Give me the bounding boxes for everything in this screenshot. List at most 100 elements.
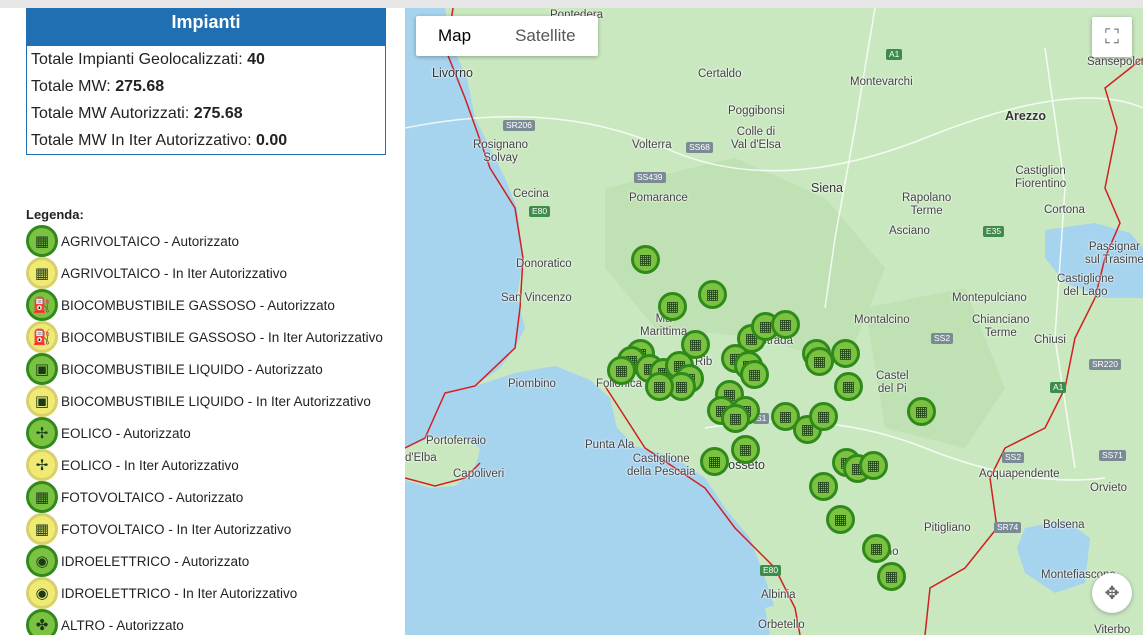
- solar-panel-icon: ▦: [747, 366, 762, 382]
- solar-panel-icon: ▦: [884, 568, 899, 584]
- solar-plant-marker[interactable]: ▦: [809, 402, 838, 431]
- solar-plant-marker[interactable]: ▦: [771, 310, 800, 339]
- map-place-label: Viterbo: [1094, 624, 1131, 635]
- legend-item-label: BIOCOMBUSTIBILE GASSOSO - Autorizzato: [61, 297, 335, 313]
- summary-row-pending-mw: Totale MW In Iter Autorizzativo: 0.00: [31, 132, 288, 149]
- solar-plant-marker[interactable]: ▦: [831, 339, 860, 368]
- top-strip: [0, 0, 1143, 8]
- map-place-label: Pitigliano: [924, 522, 971, 534]
- road-shield: E80: [760, 565, 782, 576]
- solar-panel-icon: ▦: [914, 403, 929, 419]
- legend-item-label: FOTOVOLTAICO - Autorizzato: [61, 489, 244, 505]
- solar-plant-marker[interactable]: ▦: [826, 505, 855, 534]
- map-type-map-button[interactable]: Map: [416, 16, 493, 56]
- solar-panel-icon: ▦: [652, 378, 667, 394]
- solar-panel-icon: ▦: [869, 540, 884, 556]
- solar-plant-marker[interactable]: ▦: [721, 404, 750, 433]
- solar-panel-icon: ▦: [812, 353, 827, 369]
- map-place-label: Chiusi: [1034, 334, 1066, 346]
- map-place-label: Certaldo: [698, 68, 742, 80]
- legend-item-label: AGRIVOLTAICO - In Iter Autorizzativo: [61, 265, 288, 281]
- map-place-label: Montepulciano: [952, 292, 1027, 304]
- legend-item: ✢ EOLICO - In Iter Autorizzativo: [26, 449, 396, 481]
- fullscreen-icon: ⛶: [1105, 25, 1119, 48]
- map-place-label: Rapolano Terme: [902, 192, 952, 217]
- legend-item: ▦ FOTOVOLTAICO - Autorizzato: [26, 481, 396, 513]
- map-place-label: Montevarchi: [850, 76, 913, 88]
- solar-plant-marker[interactable]: ▦: [877, 562, 906, 591]
- map-place-label: Colle di Val d'Elsa: [731, 126, 781, 151]
- solar-plant-marker[interactable]: ▦: [859, 451, 888, 480]
- solar-plant-marker[interactable]: ▦: [740, 360, 769, 389]
- legend-item: ▦ FOTOVOLTAICO - In Iter Autorizzativo: [26, 513, 396, 545]
- map-place-label: Asciano: [889, 225, 930, 237]
- legend-item-label: BIOCOMBUSTIBILE LIQUIDO - Autorizzato: [61, 361, 323, 377]
- agrivoltaic-icon: ▦: [26, 225, 58, 257]
- legend-title: Legenda:: [26, 207, 84, 222]
- solar-panel-icon: ▦: [778, 316, 793, 332]
- map-place-label: Punta Ala: [585, 439, 635, 451]
- map-place-label: d'Elba: [405, 452, 437, 464]
- map-place-label: Piombino: [508, 378, 556, 390]
- solar-plant-marker[interactable]: ▦: [631, 245, 660, 274]
- summary-value: 40: [247, 51, 265, 68]
- road-shield: SR206: [503, 120, 535, 131]
- summary-title: Impianti: [27, 9, 385, 46]
- summary-row-authorized-mw: Totale MW Autorizzati: 275.68: [31, 105, 243, 122]
- map-place-label: Chianciano Terme: [972, 314, 1030, 339]
- solar-plant-marker[interactable]: ▦: [805, 347, 834, 376]
- solar-plant-marker[interactable]: ▦: [658, 292, 687, 321]
- solar-panel-icon: ▦: [841, 378, 856, 394]
- camera-control-button[interactable]: ✥: [1092, 573, 1132, 613]
- summary-value: 0.00: [255, 132, 288, 149]
- solar-panel-icon: ▦: [738, 441, 753, 457]
- legend-item: ▣ BIOCOMBUSTIBILE LIQUIDO - Autorizzato: [26, 353, 396, 385]
- solar-plant-marker[interactable]: ▦: [700, 447, 729, 476]
- solar-plant-marker[interactable]: ▦: [731, 435, 760, 464]
- summary-box: Impianti Totale Impianti Geolocalizzati:…: [26, 8, 386, 155]
- legend-list: ▦ AGRIVOLTAICO - Autorizzato ▦ AGRIVOLTAICO…: [26, 225, 396, 635]
- legend-item-label: BIOCOMBUSTIBILE GASSOSO - In Iter Autori…: [61, 329, 383, 345]
- map-view[interactable]: Pontedera Livorno Certaldo Montevarchi Poggi…: [405, 8, 1143, 635]
- legend-item: ◉ IDROELETTRICO - In Iter Autorizzativo: [26, 577, 396, 609]
- map-place-label: Capoliveri: [453, 468, 505, 480]
- solar-plant-marker[interactable]: ▦: [681, 330, 710, 359]
- solar-panel-icon: ▦: [728, 410, 743, 426]
- solar-plant-marker[interactable]: ▦: [698, 280, 727, 309]
- wind-turbine-icon: ✢: [26, 417, 58, 449]
- solar-panel-icon: ▦: [838, 345, 853, 361]
- solar-plant-marker[interactable]: ▦: [645, 372, 674, 401]
- map-place-label: Orbetello: [758, 619, 805, 631]
- legend-item: ▦ AGRIVOLTAICO - Autorizzato: [26, 225, 396, 257]
- gas-tank-icon: ⛽: [26, 289, 58, 321]
- solar-panel-icon: ▦: [638, 251, 653, 267]
- road-shield: SS71: [1099, 450, 1126, 461]
- map-place-label: Castiglione del Lago: [1057, 273, 1114, 298]
- legend-item: ◉ IDROELETTRICO - Autorizzato: [26, 545, 396, 577]
- solar-plant-marker[interactable]: ▦: [834, 372, 863, 401]
- summary-row-total-mw: Totale MW: 275.68: [31, 78, 165, 95]
- map-type-control: Map Satellite: [416, 16, 598, 56]
- left-panel: Impianti Totale Impianti Geolocalizzati:…: [0, 8, 405, 635]
- road-shield: A1: [886, 49, 903, 60]
- solar-panel-icon: ▦: [614, 362, 629, 378]
- solar-plant-marker[interactable]: ▦: [907, 397, 936, 426]
- road-shield: SS439: [634, 172, 666, 183]
- map-place-label: Albinia: [761, 589, 796, 601]
- solar-plant-marker[interactable]: ▦: [809, 472, 838, 501]
- map-type-satellite-button[interactable]: Satellite: [493, 16, 597, 56]
- road-shield: SS2: [931, 333, 954, 344]
- summary-value: 275.68: [115, 78, 165, 95]
- map-place-label: San Vincenzo: [501, 292, 572, 304]
- solar-panel-icon: ▦: [816, 408, 831, 424]
- legend-item: ▣ BIOCOMBUSTIBILE LIQUIDO - In Iter Autor…: [26, 385, 396, 417]
- solar-plant-marker[interactable]: ▦: [862, 534, 891, 563]
- hydro-plant-icon: ◉: [26, 545, 58, 577]
- fullscreen-button[interactable]: ⛶: [1092, 17, 1132, 57]
- map-place-label: Montalcino: [854, 314, 910, 326]
- solar-plant-marker[interactable]: ▦: [607, 356, 636, 385]
- map-place-label: Orvieto: [1090, 482, 1128, 494]
- legend-item-label: EOLICO - In Iter Autorizzativo: [61, 457, 239, 473]
- road-shield: SS2: [1002, 452, 1025, 463]
- solar-panel-icon: ▦: [707, 453, 722, 469]
